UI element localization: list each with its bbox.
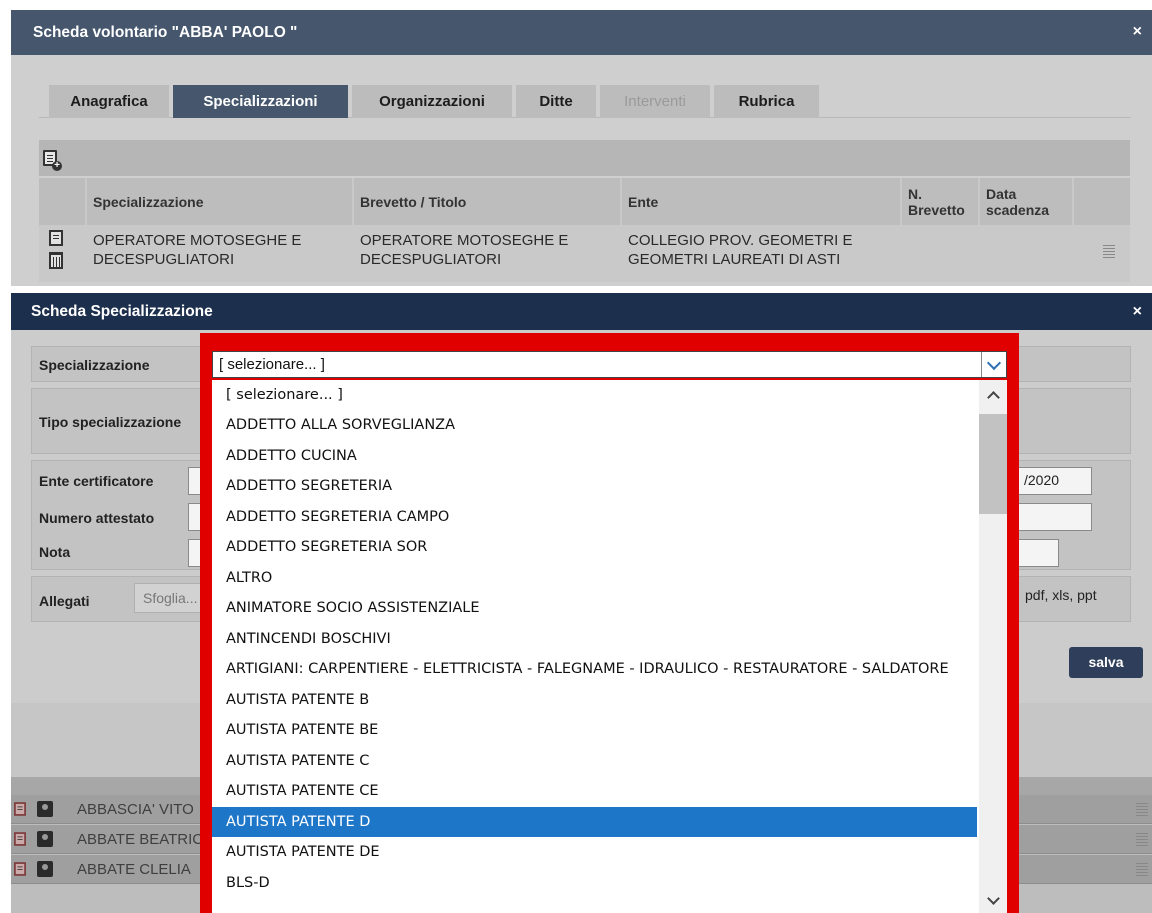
browse-button[interactable]: Sfoglia... (134, 583, 207, 613)
dropdown-option[interactable]: AUTISTA PATENTE B (212, 685, 977, 715)
dropdown-option[interactable]: BLS-D (212, 868, 977, 898)
specializzazione-select[interactable]: [ selezionare... ] (212, 351, 1007, 378)
specializzazione-label: Specializzazione (39, 357, 150, 373)
tab-bar: Anagrafica Specializzazioni Organizzazio… (39, 74, 1131, 118)
edit-icon[interactable] (14, 802, 26, 816)
tab-specializzazioni[interactable]: Specializzazioni (173, 85, 348, 118)
details-icon[interactable] (1136, 862, 1148, 876)
edit-icon[interactable] (49, 230, 63, 246)
contact-card-icon[interactable] (37, 801, 53, 817)
dropdown-option[interactable]: ANIMATORE SOCIO ASSISTENZIALE (212, 593, 977, 623)
dropdown-option[interactable]: ADDETTO ALLA SORVEGLIANZA (212, 410, 977, 440)
dropdown-option[interactable]: ADDETTO SEGRETERIA CAMPO (212, 502, 977, 532)
nota-label: Nota (39, 544, 71, 560)
scrollbar-thumb[interactable] (979, 414, 1007, 514)
grid-toolbar (39, 140, 1130, 176)
dropdown-option[interactable]: AUTISTA PATENTE BE (212, 715, 977, 745)
table-cell-data-scadenza (980, 228, 1072, 274)
table-cell-brevetto: OPERATORE MOTOSEGHE E DECESPUGLIATORI (360, 232, 569, 268)
extra-input[interactable] (1017, 539, 1059, 567)
table-cell-n-brevetto (902, 228, 978, 274)
dropdown-option[interactable]: ARTIGIANI: CARPENTIERE - ELETTRICISTA - … (212, 654, 977, 684)
dropdown-option[interactable]: ADDETTO SEGRETERIA (212, 471, 977, 501)
numero-label: Numero attestato (39, 510, 155, 526)
save-button[interactable]: salva (1069, 647, 1143, 678)
contact-card-icon[interactable] (37, 831, 53, 847)
volunteer-dialog-title: Scheda volontario "ABBA' PAOLO " (33, 24, 298, 41)
allowed-file-types: pdf, xls, ppt (1025, 587, 1097, 603)
dropdown-option[interactable]: [ selezionare... ] (212, 380, 977, 410)
dropdown-option[interactable]: ADDETTO CUCINA (212, 441, 977, 471)
table-header-specializzazione[interactable]: Specializzazione (87, 178, 352, 225)
ente-label: Ente certificatore (39, 473, 154, 489)
table-cell-specializzazione: OPERATORE MOTOSEGHE E DECESPUGLIATORI (93, 232, 302, 268)
tab-organizzazioni[interactable]: Organizzazioni (352, 85, 512, 118)
dropdown-option[interactable]: ALTRO (212, 563, 977, 593)
details-icon[interactable] (1136, 802, 1148, 816)
edit-icon[interactable] (14, 862, 26, 876)
specializzazione-dropdown-list: [ selezionare... ] ADDETTO ALLA SORVEGLI… (212, 380, 1007, 913)
dropdown-option-highlighted[interactable]: AUTISTA PATENTE D (212, 807, 977, 837)
tab-ditte[interactable]: Ditte (516, 85, 596, 118)
n-brevetto-input[interactable] (1017, 503, 1092, 531)
dropdown-option[interactable]: AUTISTA PATENTE DE (212, 837, 977, 867)
table-cell-ente: COLLEGIO PROV. GEOMETRI E GEOMETRI LAURE… (628, 232, 853, 268)
dropdown-scrollbar[interactable] (979, 380, 1007, 913)
contact-card-icon[interactable] (37, 861, 53, 877)
table-header-brevetto[interactable]: Brevetto / Titolo (354, 178, 620, 225)
dropdown-option[interactable]: ANTINCENDI BOSCHIVI (212, 624, 977, 654)
allegati-label: Allegati (39, 593, 90, 609)
volunteer-dialog: Scheda volontario "ABBA' PAOLO " × Anagr… (11, 10, 1152, 286)
specialization-dialog-titlebar: Scheda Specializzazione × (11, 293, 1152, 330)
tab-anagrafica[interactable]: Anagrafica (49, 85, 169, 118)
tab-rubrica[interactable]: Rubrica (714, 85, 819, 118)
list-item-name: ABBATE CLELIA (77, 861, 191, 878)
chevron-up-icon[interactable] (979, 386, 1007, 404)
details-icon[interactable] (1103, 244, 1115, 258)
list-item-name: ABBATE BEATRICE (77, 831, 214, 848)
table-header-data-scadenza[interactable]: Data scadenza (980, 178, 1072, 225)
table-header-ente[interactable]: Ente (622, 178, 900, 225)
specializations-table: Specializzazione Brevetto / Titolo Ente … (39, 178, 1130, 282)
volunteer-dialog-close-icon[interactable]: × (1133, 23, 1142, 41)
add-document-icon[interactable] (43, 150, 62, 171)
data-scadenza-input[interactable]: /2020 (1017, 467, 1092, 495)
chevron-down-icon[interactable] (979, 894, 1007, 912)
dropdown-option[interactable]: ADDETTO SEGRETERIA SOR (212, 532, 977, 562)
volunteer-dialog-titlebar: Scheda volontario "ABBA' PAOLO " × (11, 10, 1152, 55)
specialization-dialog-title: Scheda Specializzazione (31, 303, 213, 320)
table-header-extra (1074, 178, 1130, 225)
select-value: [ selezionare... ] (219, 356, 325, 373)
specialization-dialog-close-icon[interactable]: × (1133, 303, 1142, 321)
list-item-name: ABBASCIA' VITO (77, 801, 194, 818)
trash-icon[interactable] (49, 252, 63, 269)
dropdown-option[interactable]: AUTISTA PATENTE C (212, 746, 977, 776)
table-header-actions (39, 178, 85, 225)
tipo-label: Tipo specializzazione (39, 414, 182, 430)
dropdown-option[interactable]: AUTISTA PATENTE CE (212, 776, 977, 806)
chevron-down-icon[interactable] (981, 352, 1006, 377)
edit-icon[interactable] (14, 832, 26, 846)
table-header-n-brevetto[interactable]: N. Brevetto (902, 178, 978, 225)
tab-interventi: Interventi (600, 85, 710, 118)
details-icon[interactable] (1136, 832, 1148, 846)
